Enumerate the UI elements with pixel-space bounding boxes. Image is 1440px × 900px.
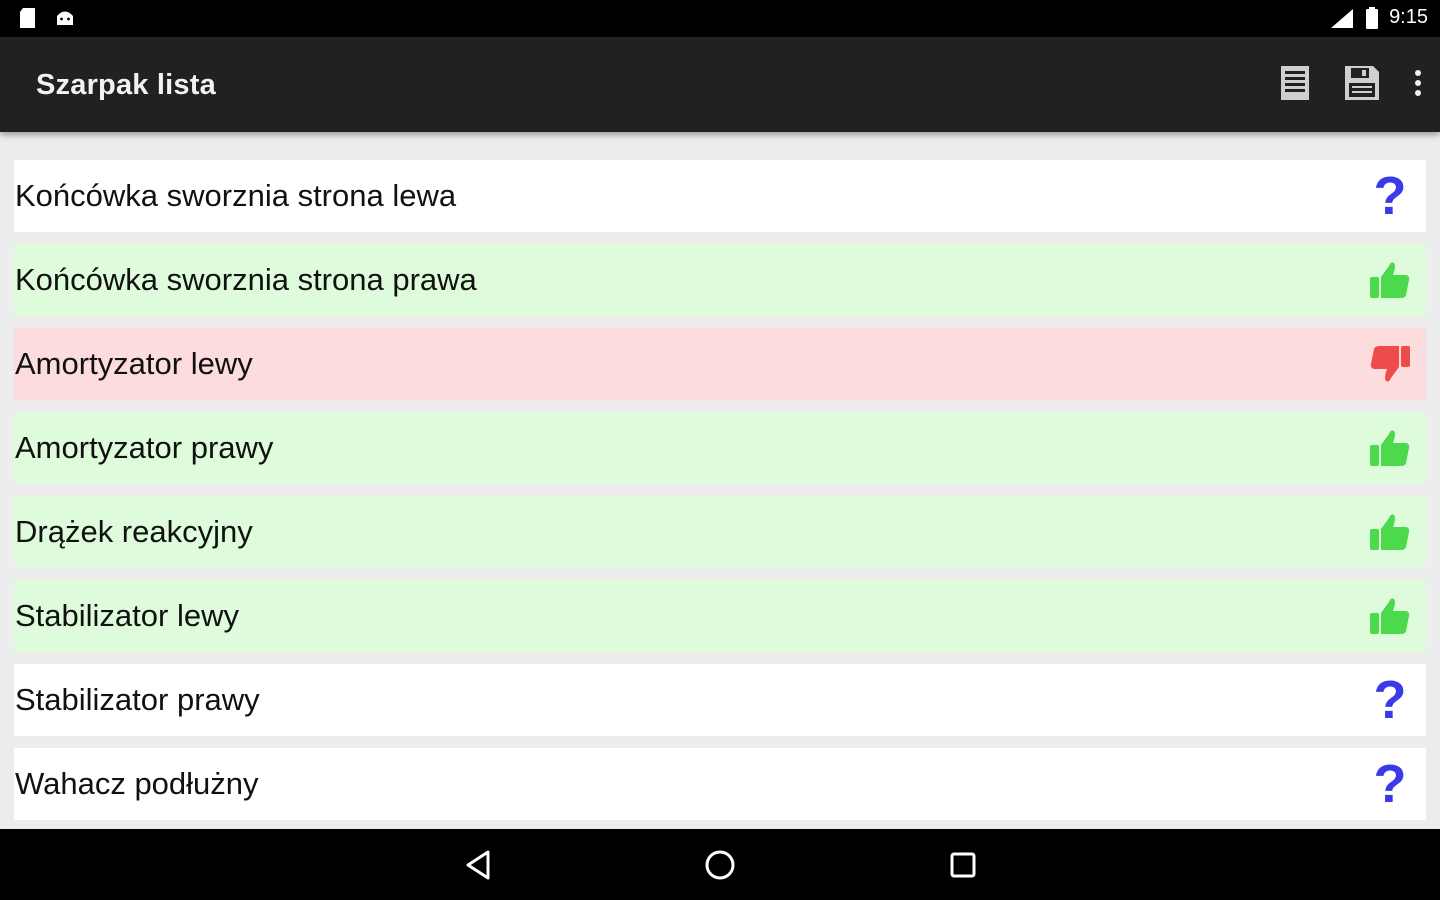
checklist: Końcówka sworznia strona lewa ? Końcówka… [14, 160, 1426, 828]
thumbs-up-icon [1370, 262, 1410, 298]
status-left [18, 7, 76, 29]
list-item[interactable]: Stabilizator prawy ? [14, 664, 1426, 736]
back-icon [466, 850, 490, 880]
status-icon[interactable] [1368, 258, 1412, 302]
question-mark-icon: ? [1373, 670, 1407, 730]
status-right: 9:15 [1329, 6, 1428, 29]
recents-icon [950, 852, 976, 878]
home-button[interactable] [702, 847, 738, 883]
save-icon [1345, 66, 1379, 100]
battery-icon [1366, 6, 1379, 29]
list-item[interactable]: Amortyzator lewy [14, 328, 1426, 400]
status-icon[interactable] [1368, 426, 1412, 470]
item-label: Drążek reakcyjny [15, 514, 253, 549]
page-title: Szarpak lista [36, 69, 216, 101]
app-actions [1280, 65, 1422, 101]
question-mark-icon: ? [1373, 166, 1407, 226]
item-label: Amortyzator prawy [15, 430, 274, 465]
status-icon[interactable]: ? [1368, 673, 1412, 727]
item-label: Stabilizator lewy [15, 598, 239, 633]
status-icon[interactable]: ? [1368, 757, 1412, 811]
list-item[interactable]: Końcówka sworznia strona prawa [14, 244, 1426, 316]
thumbs-up-icon [1370, 598, 1410, 634]
signal-icon [1331, 8, 1354, 28]
question-mark-icon: ? [1373, 754, 1407, 814]
item-label: Końcówka sworznia strona prawa [15, 262, 477, 297]
thumbs-up-icon [1370, 514, 1410, 550]
android-icon [57, 11, 73, 25]
back-button[interactable] [460, 847, 496, 883]
list-item[interactable]: Stabilizator lewy [14, 580, 1426, 652]
app-bar: Szarpak lista [0, 37, 1440, 132]
status-icon[interactable] [1368, 510, 1412, 554]
thumbs-down-icon [1370, 346, 1410, 382]
sd-card-icon [20, 8, 35, 28]
item-label: Wahacz podłużny [15, 766, 259, 801]
status-bar: 9:15 [0, 0, 1440, 37]
status-icon[interactable] [1368, 342, 1412, 386]
status-icon[interactable] [1368, 594, 1412, 638]
list-icon [1281, 66, 1309, 100]
list-item[interactable]: Wahacz podłużny ? [14, 748, 1426, 820]
list-item[interactable]: Amortyzator prawy [14, 412, 1426, 484]
recents-button[interactable] [945, 847, 981, 883]
save-button[interactable] [1344, 65, 1380, 101]
item-label: Amortyzator lewy [15, 346, 253, 381]
navigation-bar [0, 829, 1440, 900]
thumbs-up-icon [1370, 430, 1410, 466]
list-button[interactable] [1280, 65, 1310, 101]
overflow-menu-icon [1415, 70, 1421, 96]
overflow-menu-button[interactable] [1414, 69, 1422, 97]
status-time: 9:15 [1389, 6, 1428, 28]
list-item[interactable]: Końcówka sworznia strona lewa ? [14, 160, 1426, 232]
list-item[interactable]: Drążek reakcyjny [14, 496, 1426, 568]
item-label: Końcówka sworznia strona lewa [15, 178, 457, 213]
home-icon [705, 850, 735, 880]
status-icon[interactable]: ? [1368, 169, 1412, 223]
item-label: Stabilizator prawy [15, 682, 260, 717]
